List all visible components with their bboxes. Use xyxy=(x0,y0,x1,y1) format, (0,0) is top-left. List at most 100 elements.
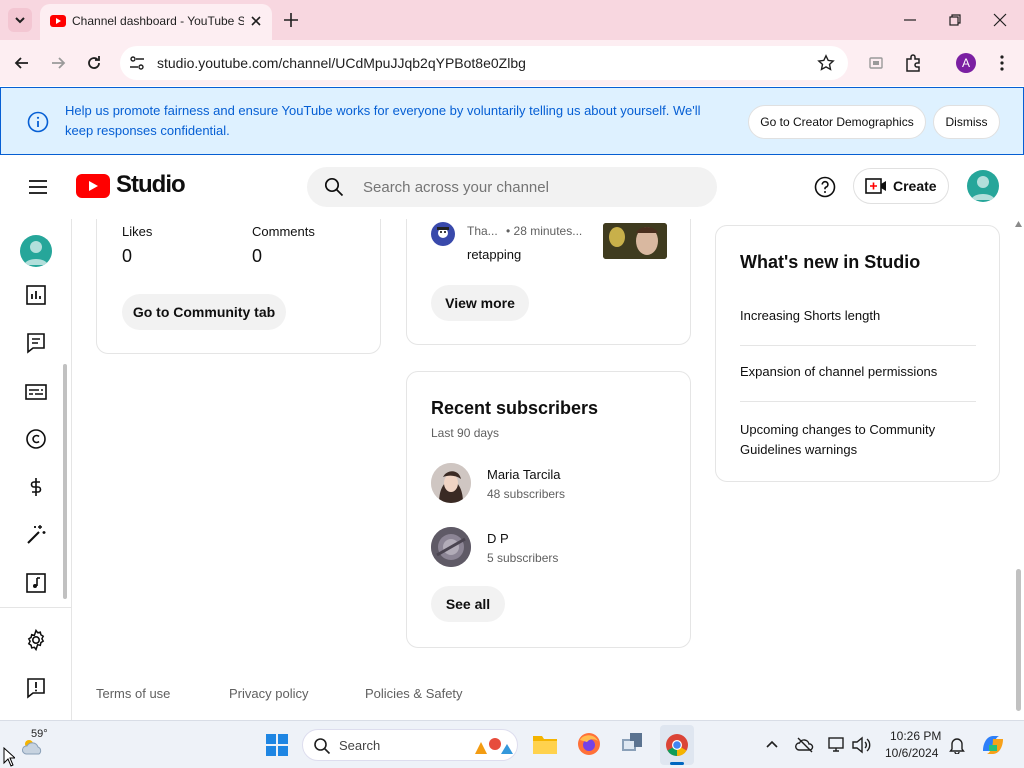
subtitles-icon[interactable] xyxy=(24,380,48,404)
clock-date[interactable]: 10/6/2024 xyxy=(885,746,938,760)
forward-icon[interactable] xyxy=(48,53,68,73)
clock-time[interactable]: 10:26 PM xyxy=(890,729,941,743)
subscriber-avatar[interactable] xyxy=(431,463,471,503)
tab-title: Channel dashboard - YouTube Studio xyxy=(72,14,244,28)
divider xyxy=(740,401,976,402)
whats-new-item[interactable]: Expansion of channel permissions xyxy=(740,364,976,379)
restore-icon[interactable] xyxy=(947,12,963,28)
weather-icon[interactable] xyxy=(20,737,46,757)
taskbar-search-icon xyxy=(313,737,331,755)
network-icon[interactable] xyxy=(828,736,846,754)
comment-time: • 28 minutes... xyxy=(506,224,583,238)
tray-chevron-icon[interactable] xyxy=(764,737,780,753)
subscribers-period: Last 90 days xyxy=(431,426,500,440)
profile-avatar[interactable]: A xyxy=(956,53,976,73)
dismiss-button[interactable]: Dismiss xyxy=(933,105,1000,139)
tab-list-dropdown-icon[interactable] xyxy=(8,8,32,32)
settings-gear-icon[interactable] xyxy=(24,628,48,652)
page-scrollbar[interactable] xyxy=(1016,569,1021,711)
bookmark-star-icon[interactable] xyxy=(817,54,835,72)
banner-message: Help us promote fairness and ensure YouT… xyxy=(65,103,701,138)
audio-library-icon[interactable] xyxy=(24,571,48,595)
video-thumbnail[interactable] xyxy=(603,223,667,259)
studio-logo[interactable]: Studio xyxy=(76,171,186,201)
community-card: Likes 0 Comments 0 Go to Community tab xyxy=(96,219,381,354)
volume-icon[interactable] xyxy=(851,736,871,754)
comments-card: Tha... • 28 minutes... retapping View mo… xyxy=(406,219,691,345)
logo-text: Studio xyxy=(116,171,186,198)
back-icon[interactable] xyxy=(12,53,32,73)
chrome-taskbar-button[interactable] xyxy=(660,725,694,765)
taskbar-search-label: Search xyxy=(339,738,381,753)
sidebar-divider xyxy=(0,607,71,608)
file-explorer-icon[interactable] xyxy=(532,733,558,755)
browser-tab[interactable]: Channel dashboard - YouTube Studio xyxy=(40,4,272,40)
firefox-icon[interactable] xyxy=(577,732,601,756)
mouse-pointer-icon xyxy=(3,747,15,767)
extensions-icon[interactable] xyxy=(903,53,923,73)
privacy-link[interactable]: Privacy policy xyxy=(229,686,308,701)
tab-close-icon[interactable] xyxy=(248,13,264,29)
analytics-icon[interactable] xyxy=(24,283,48,307)
subscriber-avatar[interactable] xyxy=(431,527,471,567)
notification-bell-icon[interactable] xyxy=(948,736,966,754)
policies-link[interactable]: Policies & Safety xyxy=(365,686,463,701)
weather-temp: 59° xyxy=(31,728,48,740)
whats-new-card: What's new in Studio Increasing Shorts l… xyxy=(715,225,1000,482)
onedrive-offline-icon[interactable] xyxy=(795,736,815,754)
windows-start-icon[interactable] xyxy=(265,733,289,757)
customization-wand-icon[interactable] xyxy=(24,523,48,547)
community-tab-button[interactable]: Go to Community tab xyxy=(122,294,286,330)
youtube-favicon-icon xyxy=(50,15,66,27)
close-window-icon[interactable] xyxy=(992,12,1008,28)
hamburger-menu-icon[interactable] xyxy=(27,176,49,198)
minimize-icon[interactable] xyxy=(902,12,918,28)
new-tab-icon[interactable] xyxy=(282,11,300,29)
creator-demographics-button[interactable]: Go to Creator Demographics xyxy=(748,105,926,139)
site-info-icon[interactable] xyxy=(128,54,146,72)
terms-link[interactable]: Terms of use xyxy=(96,686,170,701)
address-bar[interactable]: studio.youtube.com/channel/UCdMpuJJqb2qY… xyxy=(120,46,848,80)
scroll-up-arrow-icon[interactable] xyxy=(1015,221,1022,227)
taskbar-search[interactable]: Search xyxy=(302,729,518,761)
commenter-avatar xyxy=(431,222,455,246)
chrome-icon xyxy=(665,733,689,757)
whats-new-item[interactable]: Upcoming changes to Community Guidelines… xyxy=(740,420,950,460)
view-more-button[interactable]: View more xyxy=(431,285,529,321)
sidebar-scrollbar[interactable] xyxy=(63,364,67,599)
comments-icon[interactable] xyxy=(24,331,48,355)
earn-dollar-icon[interactable] xyxy=(24,475,48,499)
subscriber-name[interactable]: Maria Tarcila xyxy=(487,467,560,482)
see-all-button[interactable]: See all xyxy=(431,586,505,622)
create-button[interactable]: Create xyxy=(853,168,949,204)
search-input[interactable] xyxy=(363,175,693,199)
browser-menu-icon[interactable] xyxy=(992,53,1012,73)
channel-avatar[interactable] xyxy=(967,170,999,202)
reload-icon[interactable] xyxy=(84,53,104,73)
comments-label: Comments xyxy=(252,224,315,239)
comment-text: retapping xyxy=(467,247,522,262)
comments-value: 0 xyxy=(252,246,263,266)
media-cast-icon[interactable] xyxy=(867,54,885,72)
browser-toolbar: studio.youtube.com/channel/UCdMpuJJqb2qY… xyxy=(0,40,1024,86)
send-feedback-icon[interactable] xyxy=(24,676,48,700)
likes-label: Likes xyxy=(122,224,153,239)
subscribers-title: Recent subscribers xyxy=(431,398,599,418)
help-icon[interactable] xyxy=(814,176,836,198)
remote-desktop-icon[interactable] xyxy=(620,731,646,757)
windows-taskbar: 59° Search 10:26 PM 10/6/2024 xyxy=(0,720,1024,768)
copyright-icon[interactable] xyxy=(24,427,48,451)
youtube-logo-icon xyxy=(76,174,110,198)
copilot-icon[interactable] xyxy=(980,733,1006,757)
demographics-banner: Help us promote fairness and ensure YouT… xyxy=(0,87,1024,155)
dashboard-content: Likes 0 Comments 0 Go to Community tab T… xyxy=(72,219,1024,720)
channel-search[interactable] xyxy=(307,167,717,207)
whats-new-item[interactable]: Increasing Shorts length xyxy=(740,308,976,323)
comment-author[interactable]: Tha... xyxy=(467,224,498,238)
sidebar-channel-avatar[interactable] xyxy=(20,235,52,267)
likes-value: 0 xyxy=(122,246,133,266)
subscriber-name[interactable]: D P xyxy=(487,531,509,546)
search-highlight-icon xyxy=(471,734,515,758)
url-text: studio.youtube.com/channel/UCdMpuJJqb2qY… xyxy=(157,55,526,71)
subscriber-count: 5 subscribers xyxy=(487,551,559,565)
